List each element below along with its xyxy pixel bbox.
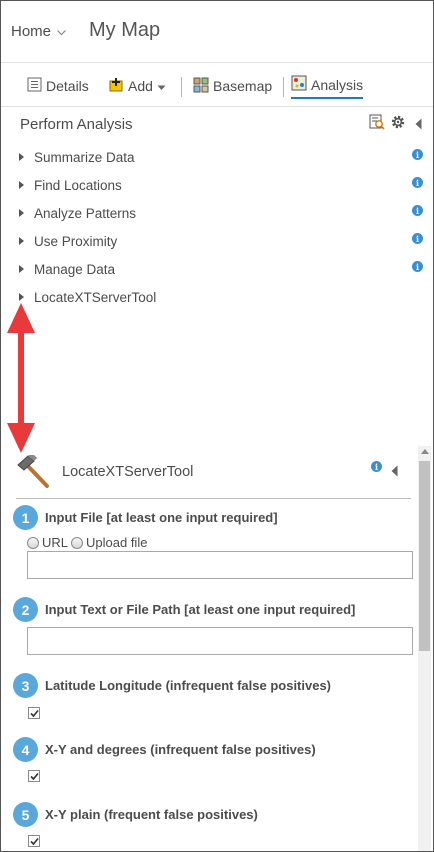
input-file-field[interactable] xyxy=(27,551,413,579)
add-icon xyxy=(109,77,124,95)
category-find-locations[interactable]: Find Locations xyxy=(19,175,122,195)
step-xy-degrees: 4 X-Y and degrees (infrequent false posi… xyxy=(13,737,316,762)
step-label: X-Y and degrees (infrequent false positi… xyxy=(45,742,316,757)
chevron-right-icon xyxy=(19,293,24,301)
add-label: Add xyxy=(128,78,153,94)
category-use-proximity[interactable]: Use Proximity xyxy=(19,231,117,251)
gear-icon xyxy=(390,114,406,135)
step-xy-plain: 5 X-Y plain (frequent false positives) xyxy=(13,802,258,827)
tool-pane-header: LocateXTServerTool i xyxy=(16,453,411,499)
chevron-right-icon xyxy=(19,265,24,273)
xy-degrees-checkbox[interactable] xyxy=(28,770,40,782)
details-label: Details xyxy=(46,78,89,94)
category-analyze-patterns[interactable]: Analyze Patterns xyxy=(19,203,136,223)
info-icon[interactable]: i xyxy=(412,177,423,188)
map-viewer-window: Home My Map Details Add Basemap Analysis… xyxy=(0,0,434,852)
chevron-right-icon xyxy=(19,237,24,245)
url-radio-label: URL xyxy=(42,535,69,550)
perform-analysis-title: Perform Analysis xyxy=(20,116,133,133)
upload-file-radio[interactable] xyxy=(71,536,84,549)
info-icon[interactable]: i xyxy=(412,233,423,244)
home-menu[interactable]: Home xyxy=(11,23,66,40)
step-number-badge: 3 xyxy=(13,673,38,698)
step-label: Input File [at least one input required] xyxy=(45,510,278,525)
category-label: LocateXTServerTool xyxy=(34,289,157,305)
double-arrow-icon xyxy=(4,303,38,458)
scrollbar-thumb[interactable] xyxy=(419,461,430,651)
app-header: Home My Map xyxy=(1,1,433,62)
history-icon xyxy=(369,114,385,135)
details-button[interactable]: Details xyxy=(27,73,89,99)
analysis-history-button[interactable] xyxy=(369,114,385,135)
analysis-tab[interactable]: Analysis xyxy=(291,73,364,99)
scroll-up-arrow[interactable] xyxy=(421,449,429,454)
chevron-down-icon xyxy=(57,28,66,38)
tool-title: LocateXTServerTool xyxy=(62,464,194,480)
category-summarize-data[interactable]: Summarize Data xyxy=(19,147,135,167)
step-number-badge: 1 xyxy=(13,505,38,530)
input-file-source: URL Upload file xyxy=(27,535,147,550)
step-label: X-Y plain (frequent false positives) xyxy=(45,807,258,822)
analysis-label: Analysis xyxy=(311,76,364,93)
hammer-icon xyxy=(16,453,52,494)
chevron-right-icon xyxy=(19,181,24,189)
category-label: Summarize Data xyxy=(34,149,135,165)
collapse-panel-button[interactable] xyxy=(415,117,422,135)
step-latitude-longitude: 3 Latitude Longitude (infrequent false p… xyxy=(13,673,331,698)
input-text-field[interactable] xyxy=(27,627,413,655)
category-label: Use Proximity xyxy=(34,233,118,249)
upload-file-radio-label: Upload file xyxy=(86,535,148,550)
info-icon[interactable]: i xyxy=(371,461,382,472)
basemap-label: Basemap xyxy=(213,78,273,94)
category-label: Analyze Patterns xyxy=(34,205,137,221)
analysis-icon xyxy=(291,75,307,94)
collapse-icon xyxy=(415,117,422,135)
home-label: Home xyxy=(11,23,52,40)
toolbar: Details Add Basemap Analysis xyxy=(1,62,433,107)
map-title: My Map xyxy=(89,19,161,41)
add-button[interactable]: Add xyxy=(109,73,166,99)
step-number-badge: 2 xyxy=(13,597,38,622)
category-label: Find Locations xyxy=(34,177,122,193)
basemap-icon xyxy=(193,77,209,96)
info-icon[interactable]: i xyxy=(412,261,423,272)
basemap-button[interactable]: Basemap xyxy=(193,73,272,99)
details-icon xyxy=(27,77,42,95)
info-icon[interactable]: i xyxy=(412,205,423,216)
toolbar-divider xyxy=(283,77,284,97)
step-input-text: 2 Input Text or File Path [at least one … xyxy=(13,597,355,622)
step-input-file: 1 Input File [at least one input require… xyxy=(13,505,278,530)
category-manage-data[interactable]: Manage Data xyxy=(19,259,115,279)
xy-plain-checkbox[interactable] xyxy=(28,835,40,847)
chevron-right-icon xyxy=(19,209,24,217)
collapse-icon[interactable] xyxy=(391,464,398,482)
settings-button[interactable] xyxy=(390,114,406,135)
step-label: Latitude Longitude (infrequent false pos… xyxy=(45,678,332,693)
step-number-badge: 4 xyxy=(13,737,38,762)
url-radio[interactable] xyxy=(27,536,39,549)
latitude-longitude-checkbox[interactable] xyxy=(28,707,40,719)
step-number-badge: 5 xyxy=(13,802,38,827)
chevron-right-icon xyxy=(19,153,24,161)
step-label: Input Text or File Path [at least one in… xyxy=(45,602,356,617)
chevron-down-icon xyxy=(157,78,166,94)
category-locatextservertool[interactable]: LocateXTServerTool xyxy=(19,287,156,307)
category-label: Manage Data xyxy=(34,261,116,277)
info-icon[interactable]: i xyxy=(412,149,423,160)
toolbar-divider xyxy=(181,77,182,97)
